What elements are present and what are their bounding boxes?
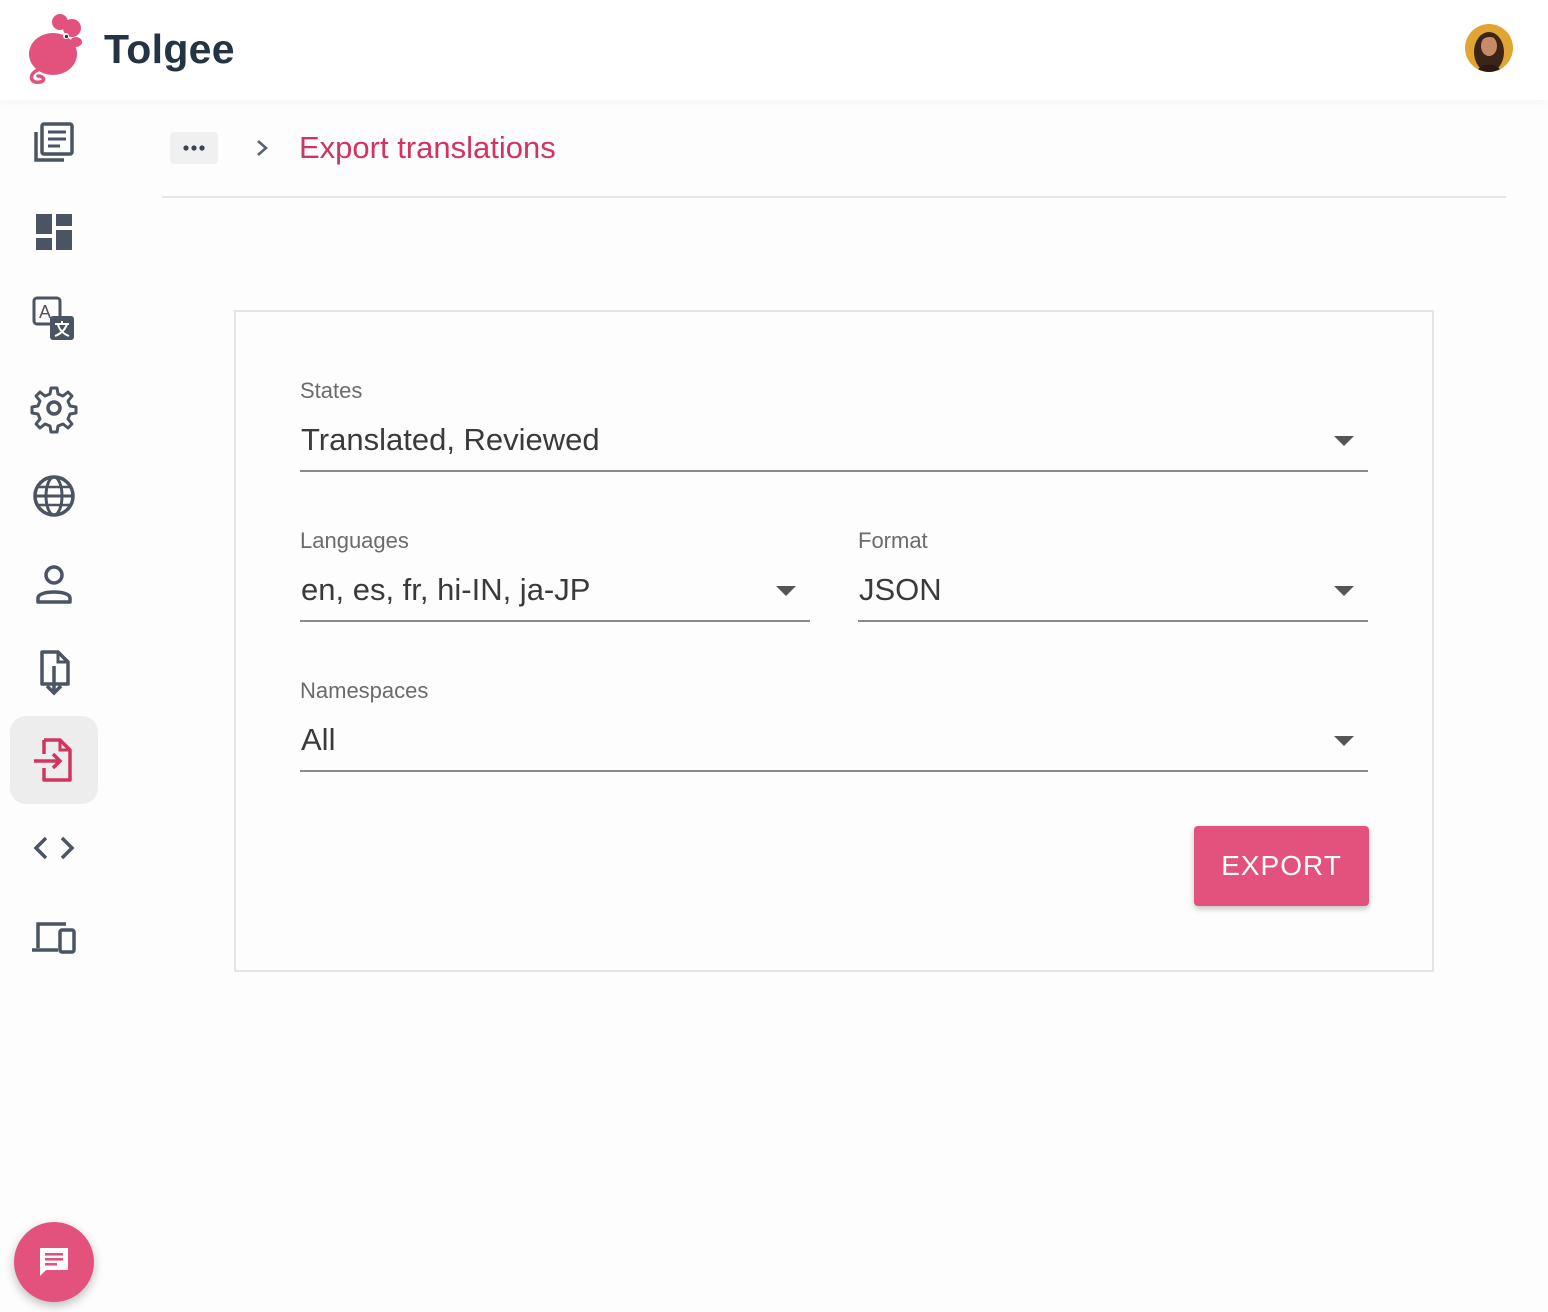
code-icon [33,836,75,860]
globe-icon [33,475,75,517]
export-form-card: States Translated, Reviewed Languages en… [234,310,1434,972]
namespaces-label: Namespaces [300,678,429,703]
sidebar-item-dashboard[interactable] [10,188,98,276]
sidebar-item-integrate[interactable] [10,892,98,980]
states-value: Translated, Reviewed [301,422,600,457]
sidebar-item-import[interactable] [10,628,98,716]
namespaces-select[interactable]: All [300,722,1368,772]
sidebar-item-developer[interactable] [10,804,98,892]
chat-bubble-icon [40,1248,68,1276]
projects-list-icon [34,122,74,162]
format-select[interactable]: JSON [858,572,1368,622]
breadcrumb-divider [162,196,1506,198]
dropdown-arrow-icon [1334,586,1354,596]
sidebar-item-projects[interactable] [10,100,98,188]
export-button[interactable]: EXPORT [1194,826,1369,906]
languages-label: Languages [300,528,409,553]
languages-value: en, es, fr, hi-IN, ja-JP [301,572,591,607]
translate-icon: A [32,296,74,340]
chat-button[interactable] [14,1222,94,1302]
file-import-icon [40,650,70,696]
app-name[interactable]: Tolgee [104,26,235,73]
sidebar-item-members[interactable] [10,540,98,628]
states-select[interactable]: Translated, Reviewed [300,422,1368,472]
sidebar-item-export[interactable] [10,716,98,804]
sidebar-item-settings[interactable] [10,364,98,452]
format-value: JSON [859,572,942,607]
user-avatar[interactable] [1465,24,1513,72]
chevron-right-icon [257,140,268,156]
breadcrumb-current[interactable]: Export translations [299,130,556,166]
person-icon [36,565,72,604]
sidebar-item-languages[interactable] [10,452,98,540]
dropdown-arrow-icon [776,586,796,596]
tolgee-logo-icon[interactable] [26,12,84,84]
dropdown-arrow-icon [1334,736,1354,746]
breadcrumb-more-button[interactable] [170,132,218,164]
namespaces-value: All [301,722,336,757]
avatar-image-icon [1465,24,1513,72]
svg-text:A: A [39,302,51,322]
languages-select[interactable]: en, es, fr, hi-IN, ja-JP [300,572,810,622]
dropdown-arrow-icon [1334,436,1354,446]
dashboard-icon [36,214,72,250]
sidebar-item-translations[interactable]: A [10,276,98,364]
top-bar: Tolgee [0,0,1548,100]
devices-icon [32,922,76,954]
file-export-icon [34,738,72,782]
gear-icon [30,386,78,434]
more-horizontal-icon [183,145,205,151]
states-label: States [300,378,363,403]
format-label: Format [858,528,928,553]
